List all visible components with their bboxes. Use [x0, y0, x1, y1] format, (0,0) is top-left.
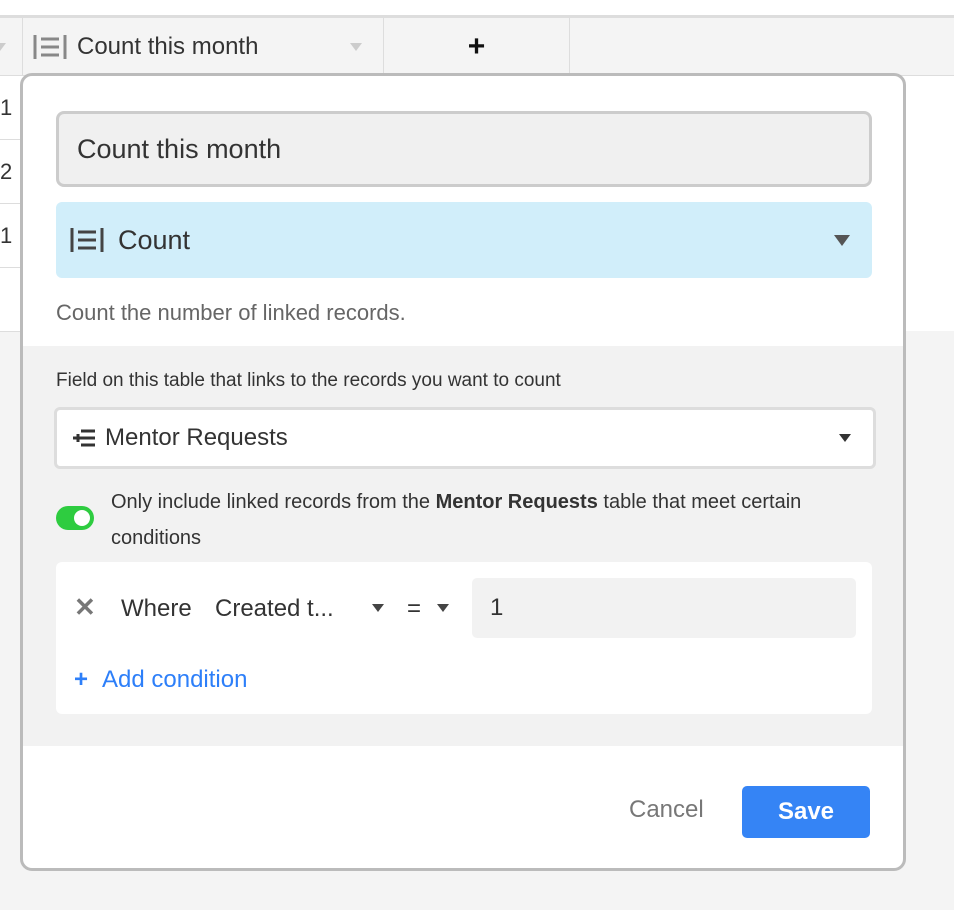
condition-field-select[interactable]: Created t... — [215, 595, 334, 623]
top-bar — [0, 0, 954, 15]
prev-column-header[interactable] — [0, 18, 23, 76]
add-column-button[interactable]: + — [384, 18, 570, 76]
save-button[interactable]: Save — [742, 786, 870, 838]
count-field-icon — [33, 35, 67, 59]
grid-header: Count this month + — [0, 15, 954, 76]
chevron-down-icon — [372, 604, 384, 612]
field-type-label: Count — [118, 224, 191, 255]
where-label: Where — [121, 595, 192, 622]
field-type-select[interactable]: Count — [56, 202, 872, 278]
cell[interactable]: 1 — [0, 76, 22, 140]
add-condition-label: Add condition — [102, 666, 248, 693]
link-field-select[interactable]: Mentor Requests — [54, 407, 876, 469]
conditions-box: ✕ Where Created t... = 1 + Add condition — [56, 562, 872, 714]
chevron-down-icon — [437, 604, 449, 612]
count-field-icon — [70, 228, 104, 252]
condition-value-input[interactable]: 1 — [472, 578, 856, 638]
remove-condition-icon[interactable]: ✕ — [74, 592, 96, 623]
plus-icon: + — [74, 666, 89, 693]
linked-record-icon — [73, 429, 95, 447]
column-title: Count this month — [77, 33, 259, 60]
cancel-button[interactable]: Cancel — [629, 796, 704, 824]
type-description: Count the number of linked records. — [56, 300, 406, 325]
operator-select[interactable]: = — [407, 595, 421, 623]
table-name: Mentor Requests — [435, 491, 598, 513]
cell[interactable]: 2 — [0, 140, 22, 204]
field-config-popup: Count Count the number of linked records… — [20, 73, 906, 871]
cell[interactable]: 1 — [0, 204, 22, 268]
link-field-value: Mentor Requests — [105, 424, 288, 451]
column-menu-caret[interactable] — [350, 43, 362, 51]
cell[interactable] — [0, 268, 22, 332]
field-name-input[interactable] — [56, 111, 872, 187]
conditions-toggle[interactable] — [56, 506, 94, 530]
toggle-text: Only include linked records from the — [111, 491, 436, 513]
chevron-down-icon — [839, 434, 851, 442]
options-section: Field on this table that links to the re… — [23, 346, 903, 746]
chevron-down-icon — [834, 234, 850, 246]
add-condition-button[interactable]: + Add condition — [74, 666, 247, 694]
toggle-label: Only include linked records from the Men… — [111, 484, 871, 556]
column-header-count-this-month[interactable]: Count this month — [23, 18, 384, 76]
link-field-label: Field on this table that links to the re… — [56, 370, 561, 391]
